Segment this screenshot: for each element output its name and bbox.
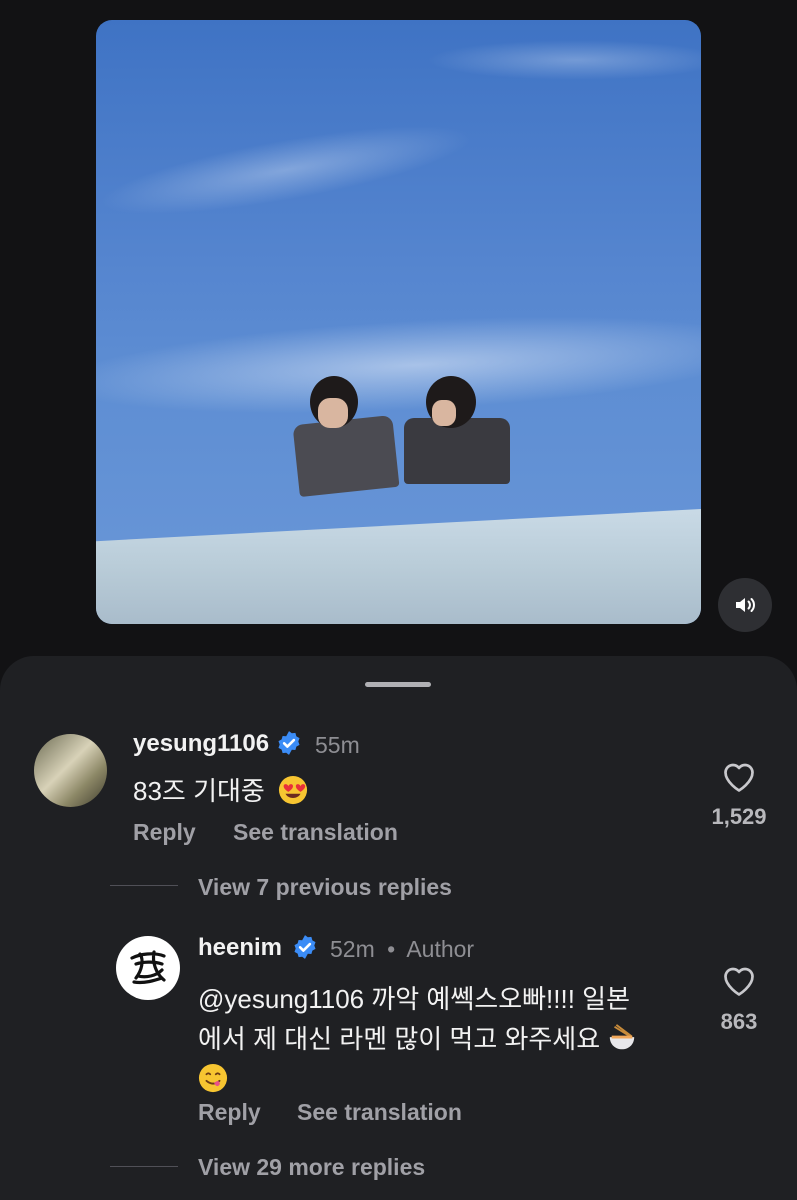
thread-divider [110, 1166, 178, 1167]
person-figure [292, 414, 400, 498]
like-count: 1,529 [711, 804, 767, 829]
comment-time-value: 52m [330, 936, 375, 962]
separator-dot: • [387, 936, 396, 962]
like-heart-icon[interactable] [721, 760, 757, 794]
thread-divider [110, 885, 178, 886]
comment-text-line: 에서 제 대신 라멘 많이 먹고 와주세요 [198, 1019, 637, 1059]
comment-text-line [198, 1059, 637, 1099]
sky-cloud [96, 107, 479, 233]
comment-time: 55m [315, 732, 360, 758]
drag-handle[interactable] [365, 682, 431, 687]
see-translation-link[interactable]: See translation [233, 819, 398, 846]
see-translation-link[interactable]: See translation [297, 1099, 462, 1126]
verified-badge-icon [278, 731, 300, 755]
person-face [318, 398, 348, 428]
speaker-icon [736, 598, 755, 612]
like-heart-icon[interactable] [721, 964, 757, 998]
comment-text-content: 에서 제 대신 라멘 많이 먹고 와주세요 [198, 1024, 601, 1054]
reply-button[interactable]: Reply [198, 1099, 261, 1126]
like-count: 863 [720, 1009, 758, 1034]
sky-cloud [426, 40, 701, 80]
person-figure [404, 418, 510, 484]
view-previous-replies-link[interactable]: View 7 previous replies [198, 874, 452, 901]
reply-button[interactable]: Reply [133, 819, 196, 846]
sky-cloud [96, 301, 701, 429]
concrete-wall [96, 509, 701, 624]
comment-text-content: 83즈 기대중 [133, 776, 265, 806]
sound-toggle-button[interactable] [718, 578, 772, 632]
author-badge: Author [406, 936, 475, 962]
calligraphy-logo-icon [130, 950, 166, 985]
comment-text: @yesung1106 까악 예쎅스오빠!!!! 일본 에서 제 대신 라멘 많… [198, 979, 637, 1099]
heart-eyes-emoji [279, 775, 308, 805]
ramen-emoji [610, 1024, 635, 1050]
comments-sheet: yesung1106 55m 83즈 기대중 Reply See transla… [0, 656, 797, 1200]
avatar[interactable] [116, 936, 180, 1000]
avatar[interactable] [34, 734, 107, 807]
post-image[interactable] [96, 20, 701, 624]
comment-username[interactable]: heenim [198, 934, 282, 962]
comment-time: 52m • Author [330, 936, 474, 963]
comment-text: 83즈 기대중 [133, 771, 308, 811]
yum-emoji [198, 1063, 228, 1093]
comment-username[interactable]: yesung1106 [133, 730, 269, 758]
view-more-replies-link[interactable]: View 29 more replies [198, 1154, 425, 1181]
comment-text-line: @yesung1106 까악 예쎅스오빠!!!! 일본 [198, 984, 630, 1014]
person-face [432, 400, 456, 426]
verified-badge-icon [294, 935, 316, 959]
